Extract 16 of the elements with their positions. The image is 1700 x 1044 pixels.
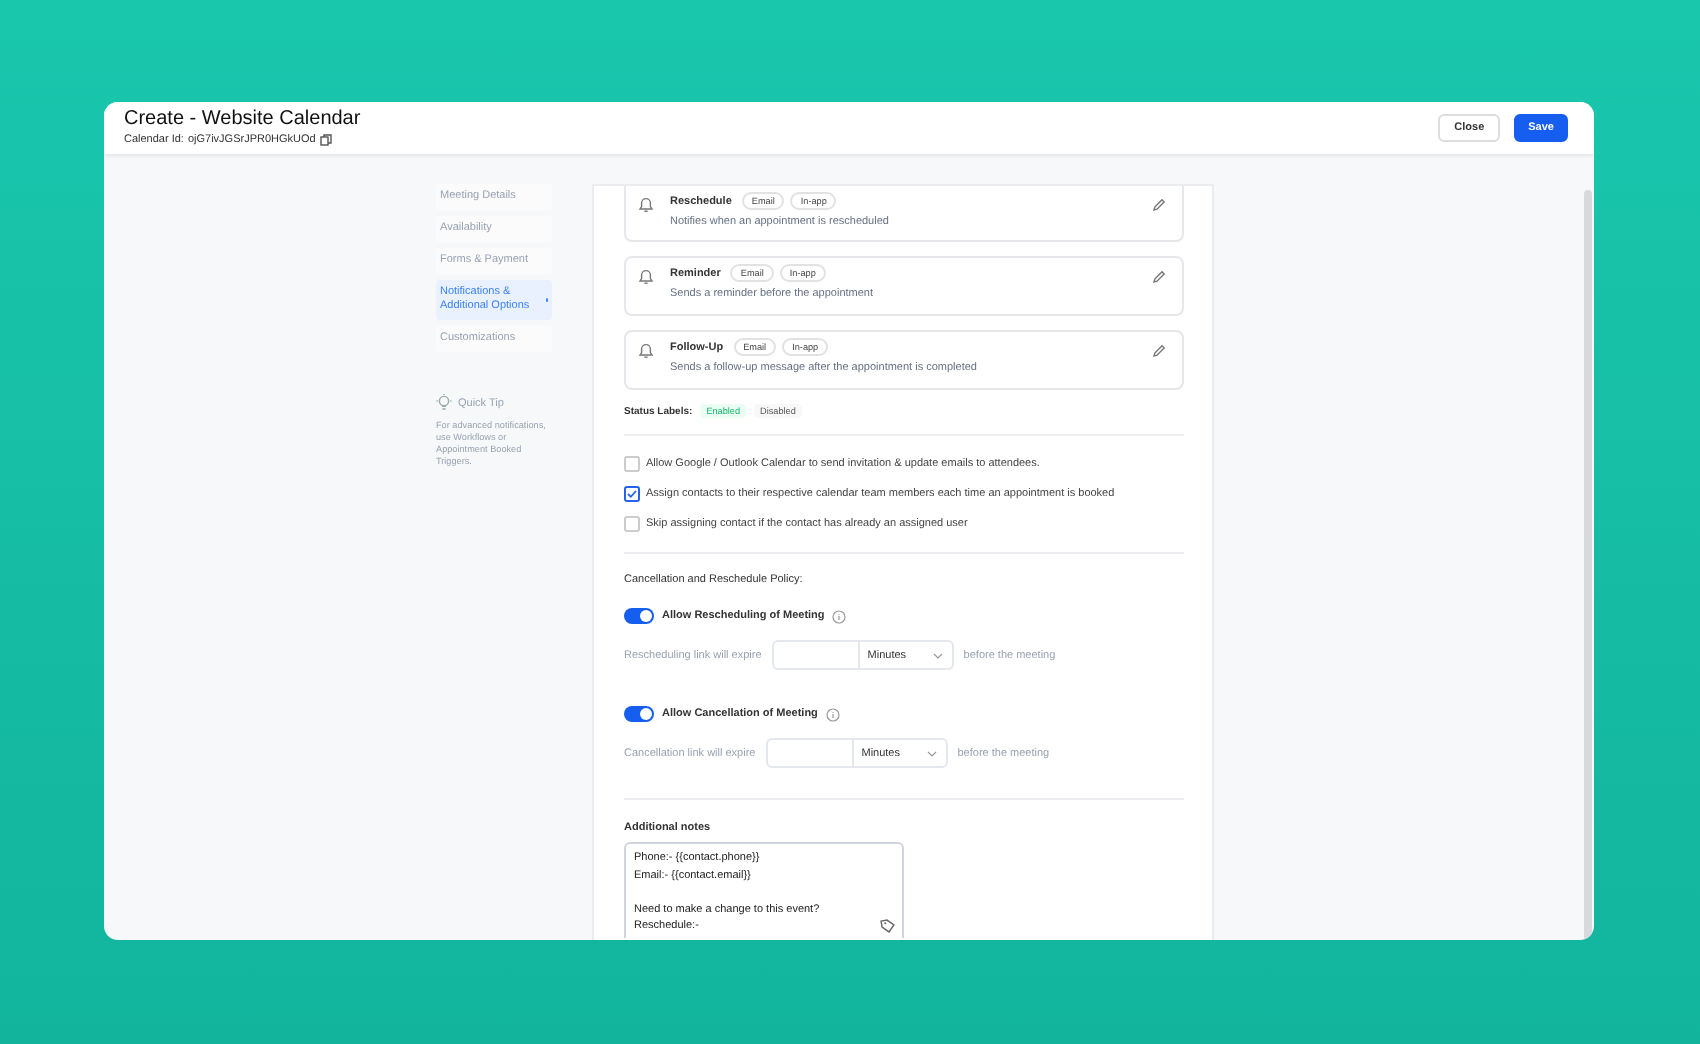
bell-icon [638,268,654,286]
pencil-icon[interactable] [1152,270,1166,284]
tag-icon[interactable] [880,918,896,934]
scrollbar[interactable] [1584,190,1592,940]
lightbulb-icon [436,394,452,412]
info-icon[interactable] [825,707,840,721]
bell-icon [638,342,654,360]
toggle-switch[interactable] [624,608,654,624]
pencil-icon[interactable] [1152,344,1166,358]
checkbox[interactable] [624,486,640,502]
pencil-icon[interactable] [1152,198,1166,212]
info-icon[interactable] [832,609,847,623]
page-title: Create - Website Calendar [124,108,361,132]
toggle-switch[interactable] [624,706,654,722]
bell-icon [638,196,654,214]
copy-icon[interactable] [319,134,332,146]
